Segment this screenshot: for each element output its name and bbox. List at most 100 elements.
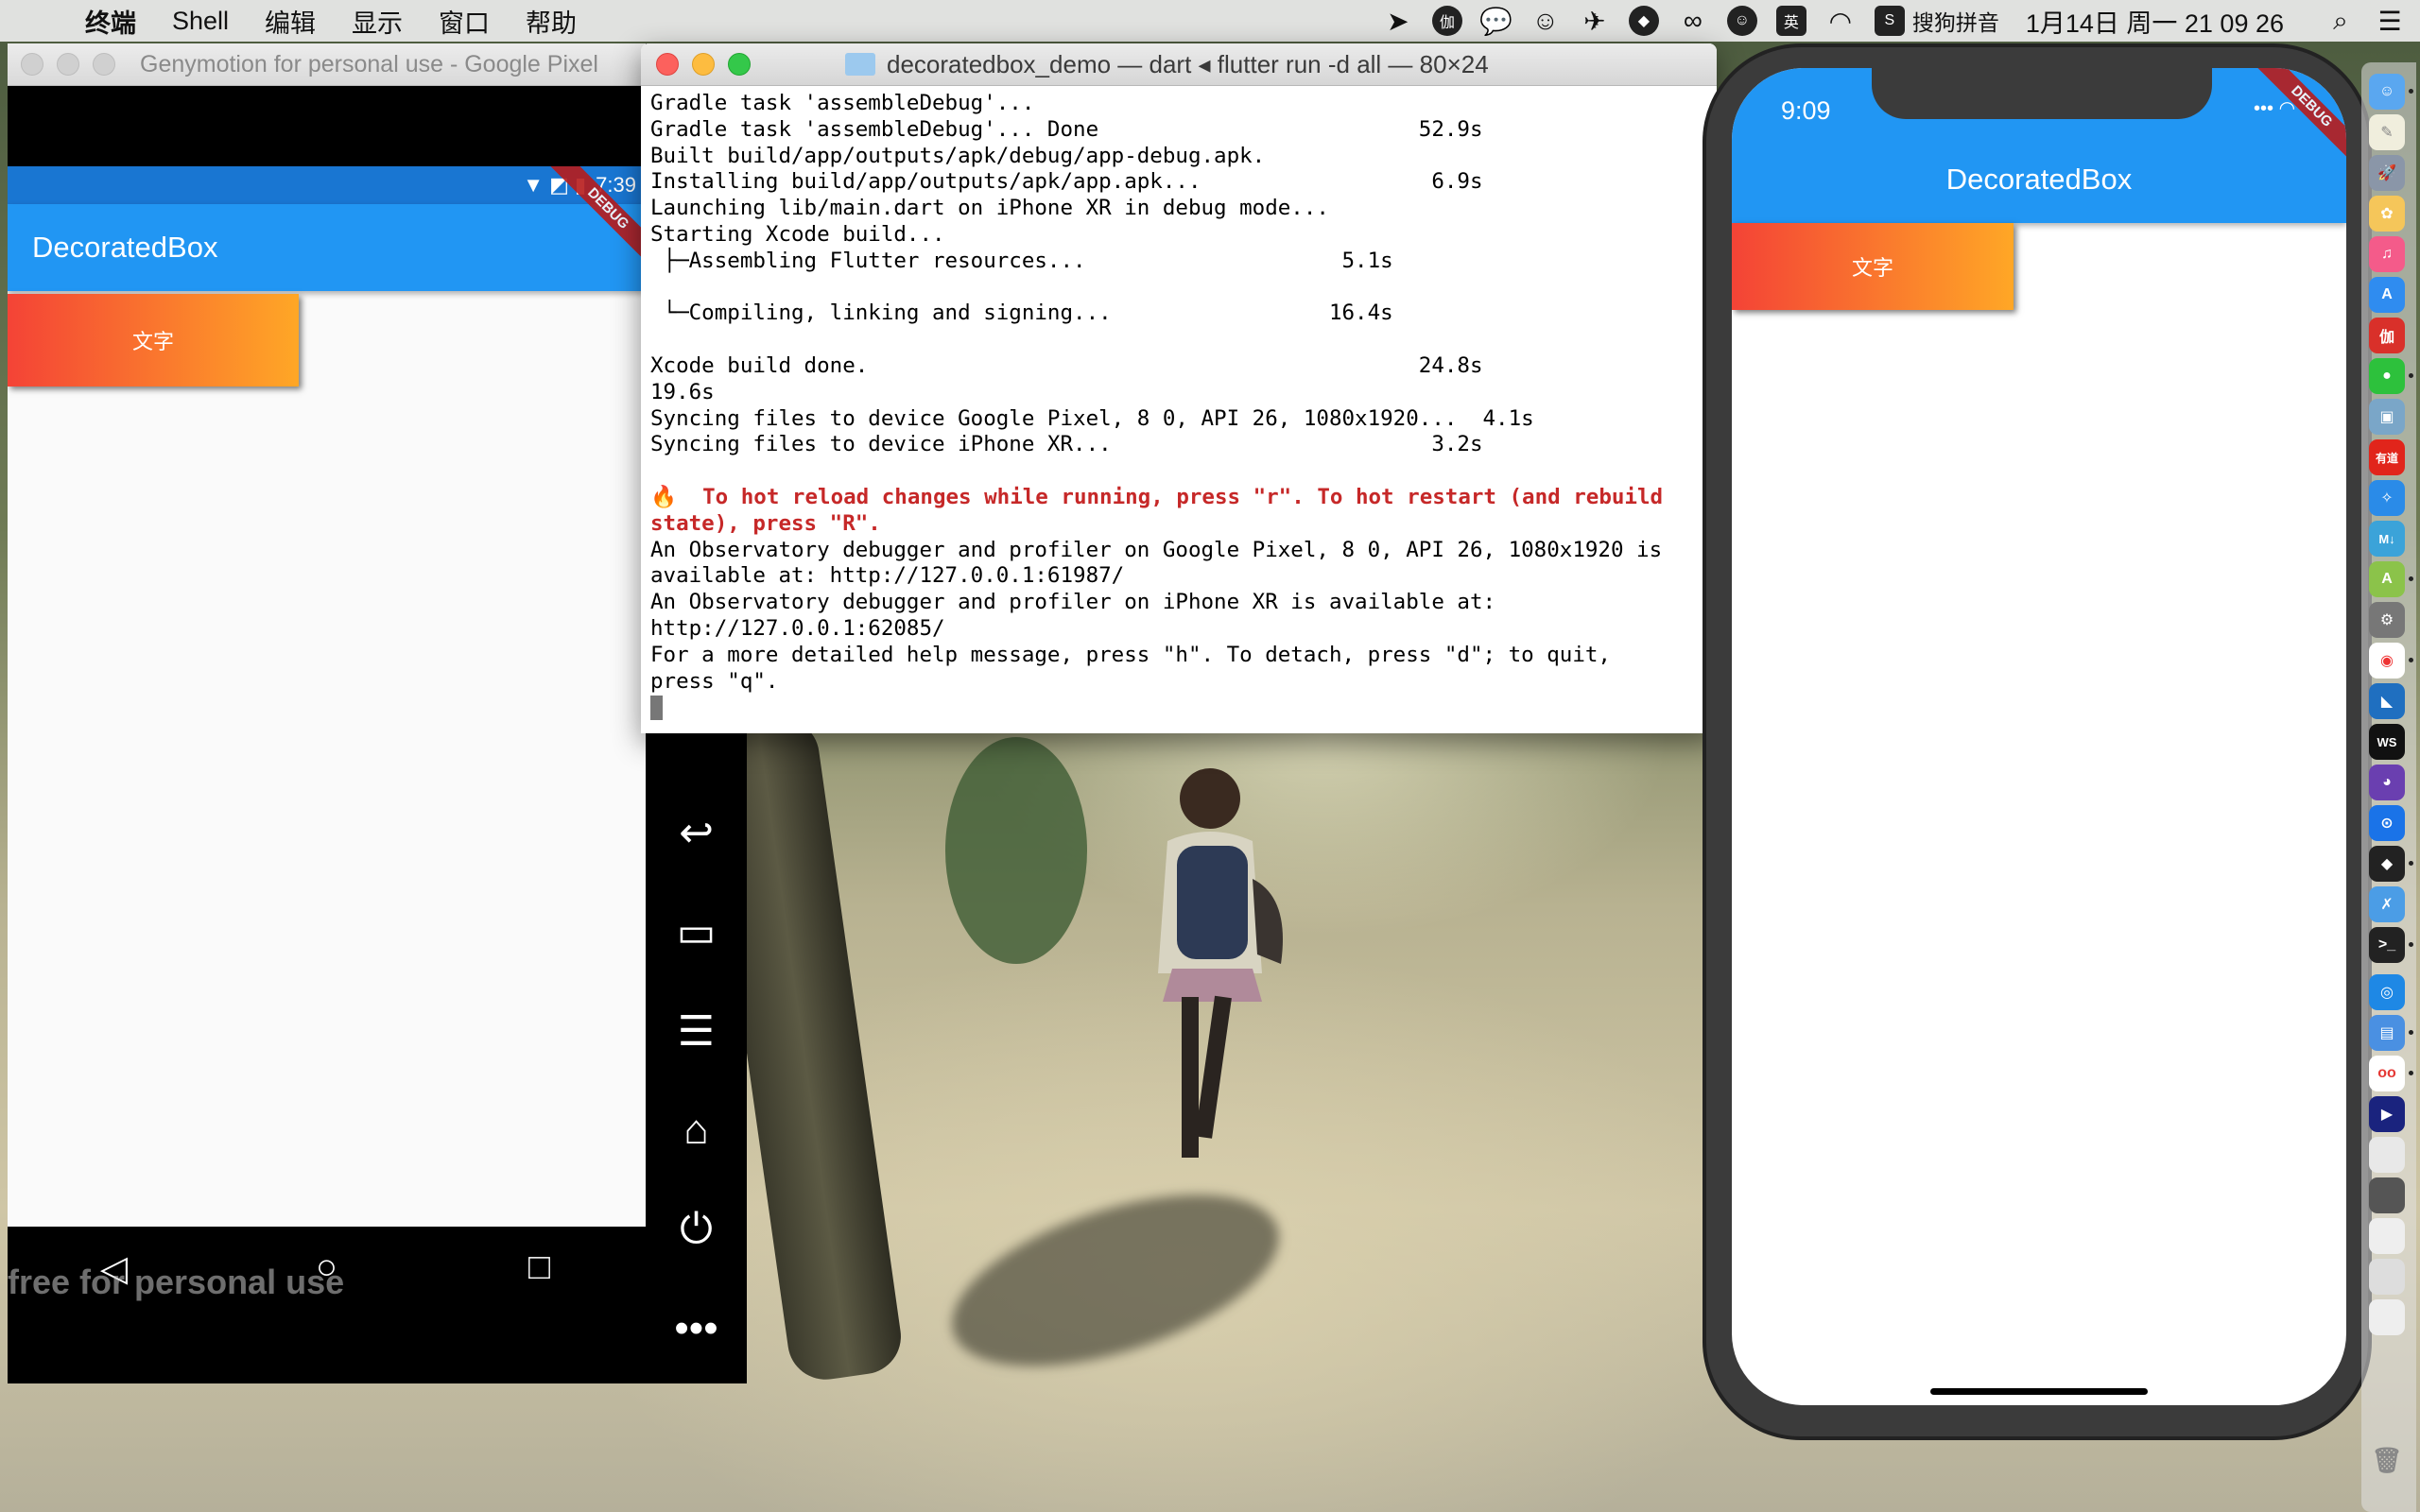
finder-icon[interactable]: ☺: [2369, 74, 2405, 110]
launchpad-icon[interactable]: 🚀: [2369, 155, 2405, 191]
terminal-line: An Observatory debugger and profiler on …: [650, 590, 1496, 615]
genymotion-window-title: Genymotion for personal use - Google Pix…: [140, 50, 598, 77]
side-home-icon[interactable]: ⌂: [646, 1107, 747, 1154]
window-5-icon[interactable]: [2369, 1299, 2405, 1335]
system-prefs-icon[interactable]: ⚙: [2369, 602, 2405, 638]
markdown-icon[interactable]: M↓: [2369, 521, 2405, 557]
menu-edit[interactable]: 编辑: [265, 3, 316, 40]
genymotion-dock-icon[interactable]: oo: [2369, 1056, 2405, 1091]
wallpaper-girl: [1158, 768, 1283, 1158]
android-decorated-box[interactable]: 文字: [8, 294, 299, 387]
hot-reload-message: state), press "R".: [650, 510, 881, 536]
music-icon[interactable]: ♫: [2369, 236, 2405, 272]
app-icon[interactable]: 伽: [1431, 6, 1462, 36]
genymotion-window: Genymotion for personal use - Google Pix…: [8, 43, 747, 1383]
notes-icon[interactable]: ✎: [2369, 114, 2405, 150]
simulator-icon[interactable]: ▤: [2369, 1015, 2405, 1051]
running-indicator: [2409, 576, 2413, 581]
spotlight-icon[interactable]: ⌕: [2325, 6, 2356, 36]
terminal-cursor: [650, 695, 663, 720]
terminal-output[interactable]: Gradle task 'assembleDebug'... Gradle tas…: [650, 91, 1709, 721]
terminal-line: ​: [650, 458, 1709, 485]
terminal-titlebar[interactable]: decoratedbox_demo — dart ◂ flutter run -…: [641, 43, 1717, 86]
terminal-line: Installing build/app/outputs/apk/app.apk…: [650, 169, 1483, 195]
send-icon[interactable]: ✈: [1580, 6, 1610, 36]
iphone-notch: [1872, 68, 2212, 119]
status-area: ➤ 伽 💬 ☺ ✈ ◆ ∞ ☺ 英 ◠ S 搜狗拼音 1月14日 周一 21 0…: [1364, 0, 2420, 42]
menu-app-name[interactable]: 终端: [85, 3, 136, 40]
iphone-screen: 9:09 ••• ◠ DecoratedBox DEBUG 文字: [1732, 68, 2346, 1405]
ios-status-time: 9:09: [1781, 96, 1831, 125]
wechat-icon[interactable]: 💬: [1479, 6, 1512, 36]
wechat-dock-icon[interactable]: ●: [2369, 358, 2405, 394]
qq-icon[interactable]: ◆: [1628, 6, 1659, 36]
terminal-zoom-button[interactable]: [728, 53, 751, 76]
app-store-icon[interactable]: A: [2369, 277, 2405, 313]
terminal-dock-icon[interactable]: >_: [2369, 927, 2405, 963]
safari-icon[interactable]: ✧: [2369, 480, 2405, 516]
close-button[interactable]: [21, 53, 43, 76]
android-app-bar: DecoratedBox: [8, 204, 646, 291]
android-studio-icon[interactable]: A: [2369, 561, 2405, 597]
side-back-icon[interactable]: ↩: [646, 809, 747, 857]
ios-decorated-box[interactable]: 文字: [1732, 223, 2014, 310]
window-3-icon[interactable]: [2369, 1218, 2405, 1254]
photos-icon[interactable]: ✿: [2369, 196, 2405, 232]
menu-help[interactable]: 帮助: [526, 3, 577, 40]
vscode-icon[interactable]: ◣: [2369, 683, 2405, 719]
notification-center-icon[interactable]: ☰: [2375, 6, 2405, 36]
genymotion-titlebar[interactable]: Genymotion for personal use - Google Pix…: [8, 43, 747, 86]
preview-icon[interactable]: ▣: [2369, 399, 2405, 435]
android-app-title: DecoratedBox: [32, 231, 218, 264]
terminal-close-button[interactable]: [656, 53, 679, 76]
terminal-line: An Observatory debugger and profiler on …: [650, 537, 1663, 562]
terminal-line: available at: http://127.0.0.1:61987/: [650, 563, 1125, 589]
ime-label[interactable]: 搜狗拼音: [1912, 5, 1999, 37]
menu-shell[interactable]: Shell: [172, 7, 229, 36]
ios-app-title: DecoratedBox: [1945, 163, 2133, 196]
menu-view[interactable]: 显示: [352, 3, 403, 40]
terminal-line: ​: [650, 275, 1709, 301]
menubar-clock[interactable]: 1月14日 周一 21 09 26: [2026, 3, 2284, 40]
android-navigation-bar: ◁ ○ □: [8, 1227, 646, 1383]
emoji-icon[interactable]: ☺: [1726, 6, 1757, 36]
side-more-icon[interactable]: •••: [646, 1305, 747, 1352]
creative-cloud-icon[interactable]: ∞: [1678, 6, 1708, 36]
player-icon[interactable]: ▶: [2369, 1096, 2405, 1132]
window-1-icon[interactable]: [2369, 1137, 2405, 1173]
terminal-line: Starting Xcode build...: [650, 221, 945, 247]
github-icon[interactable]: ◕: [2369, 765, 2405, 800]
running-indicator: [2409, 942, 2413, 947]
maps-icon[interactable]: ⊙: [2369, 805, 2405, 841]
menu-window[interactable]: 窗口: [439, 3, 490, 40]
sogou-icon[interactable]: S: [1874, 6, 1905, 36]
chrome-icon[interactable]: ◉: [2369, 643, 2405, 679]
window-2-icon[interactable]: [2369, 1177, 2405, 1213]
android-recents-icon[interactable]: □: [502, 1247, 578, 1288]
xcode-icon[interactable]: ✗: [2369, 886, 2405, 922]
side-power-icon[interactable]: ⏻: [646, 1206, 747, 1253]
terminal-window: decoratedbox_demo — dart ◂ flutter run -…: [641, 43, 1717, 733]
trash-icon[interactable]: 🗑: [2369, 1442, 2405, 1478]
app-red-icon[interactable]: 伽: [2369, 318, 2405, 353]
terminal-minimize-button[interactable]: [692, 53, 715, 76]
minimize-button[interactable]: [57, 53, 79, 76]
location-icon[interactable]: ➤: [1383, 6, 1413, 36]
chat-icon[interactable]: ☺: [1530, 6, 1561, 36]
quicktime-icon[interactable]: ◎: [2369, 974, 2405, 1010]
side-menu-icon[interactable]: ☰: [646, 1007, 747, 1056]
window-4-icon[interactable]: [2369, 1259, 2405, 1295]
zoom-button[interactable]: [93, 53, 115, 76]
webstorm-icon[interactable]: WS: [2369, 724, 2405, 760]
wifi-icon[interactable]: ◠: [1825, 6, 1856, 36]
qq-dock-icon[interactable]: ◆: [2369, 846, 2405, 882]
menu-bar: 终端 Shell 编辑 显示 窗口 帮助 ➤ 伽 💬 ☺ ✈ ◆ ∞ ☺ 英 ◠…: [0, 0, 2420, 42]
input-method-icon[interactable]: 英: [1775, 6, 1806, 36]
terminal-line: Gradle task 'assembleDebug'...: [650, 91, 1035, 115]
wallpaper-bush: [945, 737, 1087, 964]
folder-icon: [845, 53, 875, 76]
side-recents-icon[interactable]: ▭: [646, 908, 747, 956]
youdao-icon[interactable]: 有道: [2369, 439, 2405, 475]
terminal-line: Syncing files to device Google Pixel, 8 …: [650, 405, 1534, 431]
ios-home-indicator[interactable]: [1930, 1388, 2148, 1395]
